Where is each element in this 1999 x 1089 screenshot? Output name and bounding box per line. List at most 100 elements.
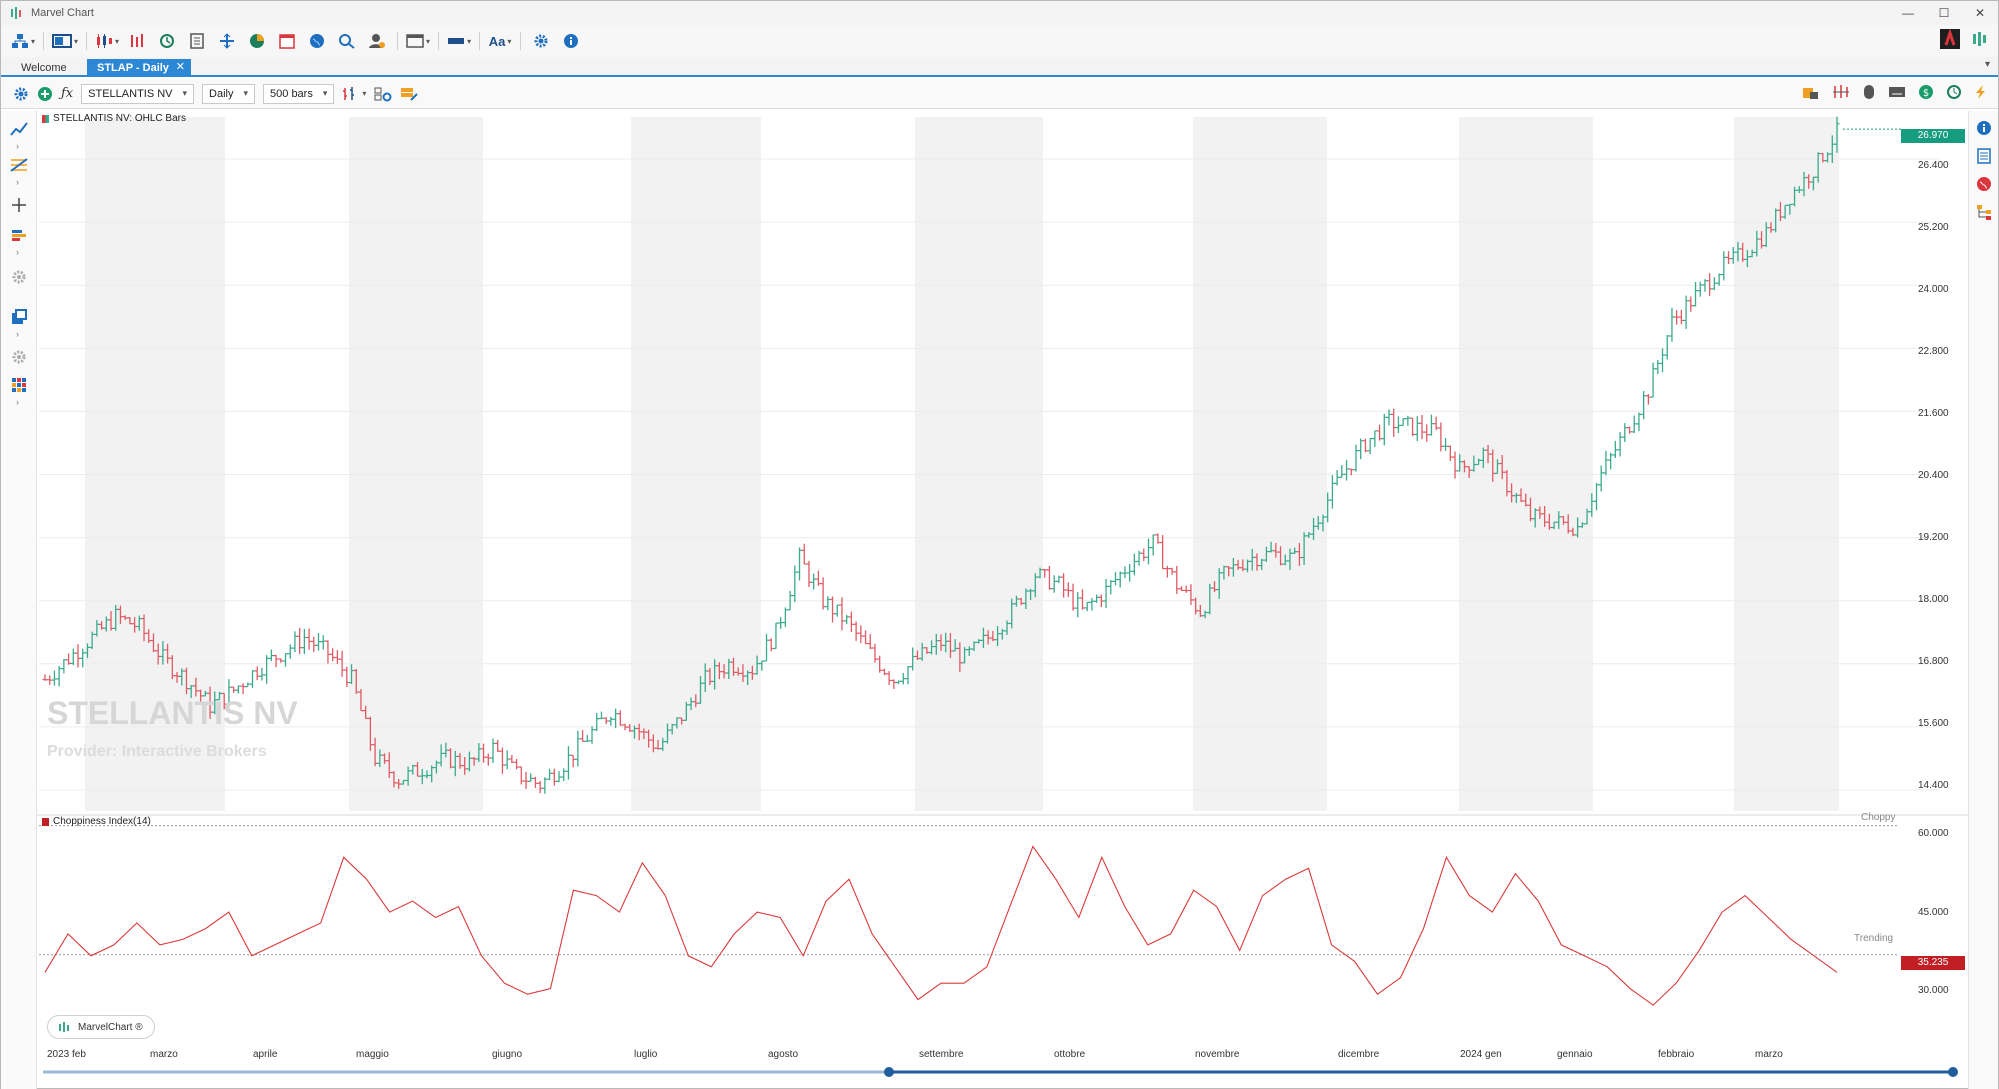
compare-bars-icon[interactable] <box>1832 84 1850 100</box>
app-logo-icon <box>11 7 21 19</box>
minimize-button[interactable]: — <box>1890 1 1926 25</box>
last-price-badge: 26.970 <box>1901 129 1965 143</box>
symbol-value: STELLANTIS NV <box>88 87 173 100</box>
brand-logo-icon <box>1940 29 1960 49</box>
calendar-button[interactable] <box>275 29 299 53</box>
document-button[interactable] <box>185 29 209 53</box>
function-fx-icon[interactable]: ƒx <box>61 86 73 101</box>
tab-close-icon[interactable]: ✕ <box>176 60 185 73</box>
indicator-legend[interactable]: Choppiness Index(14) <box>42 816 151 827</box>
market-globe-icon[interactable] <box>1975 175 1993 193</box>
y-tick-label: 20.400 <box>1918 470 1949 481</box>
window-icon <box>406 34 424 48</box>
indicator-settings-icon[interactable] <box>374 86 392 102</box>
y-tick-label: 22.800 <box>1918 346 1949 357</box>
objects-gear-icon[interactable] <box>9 347 29 367</box>
crosshair-tool-icon[interactable] <box>9 195 29 215</box>
calendar-icon <box>279 34 295 49</box>
tab-stlap-daily[interactable]: STLAP - Daily ✕ <box>87 59 191 77</box>
chevron-down-icon: ▾ <box>243 88 249 98</box>
y-tick-label: 21.600 <box>1918 408 1949 419</box>
y-tick-label: 18.000 <box>1918 594 1949 605</box>
x-tick-label: gennaio <box>1557 1049 1593 1060</box>
globe-icon <box>310 34 325 48</box>
globe-button[interactable] <box>305 29 329 53</box>
chart-type-button[interactable]: ▾ <box>95 29 119 53</box>
maximize-button[interactable]: ☐ <box>1926 1 1962 25</box>
pie-button[interactable] <box>245 29 269 53</box>
svg-text:$: $ <box>1923 88 1929 99</box>
trendline-tool-icon[interactable] <box>9 119 29 139</box>
month-band <box>915 117 1043 811</box>
scanner-icon <box>339 34 355 49</box>
volume-profile-icon[interactable] <box>9 227 29 247</box>
mouse-icon[interactable] <box>1862 84 1876 100</box>
account-button[interactable] <box>365 29 389 53</box>
dollar-icon[interactable]: $ <box>1918 84 1934 100</box>
chart-canvas[interactable] <box>37 111 1969 1083</box>
y-tick-label: 30.000 <box>1918 985 1949 996</box>
month-band <box>1193 117 1327 811</box>
keyboard-icon[interactable] <box>1888 84 1906 100</box>
add-plus-icon[interactable] <box>37 86 53 102</box>
chevron-right-icon[interactable]: › <box>16 397 19 407</box>
x-tick-label: novembre <box>1195 1049 1240 1060</box>
fibonacci-tool-icon[interactable] <box>9 155 29 175</box>
info-panel-icon[interactable] <box>1975 119 1993 137</box>
brand-label: MarvelChart ® <box>78 1021 143 1033</box>
drawing-settings-gear-icon[interactable] <box>9 267 29 287</box>
notes-panel-icon[interactable] <box>1975 147 1993 165</box>
timeframe-select[interactable]: Daily ▾ <box>202 83 256 104</box>
orders-icon[interactable] <box>1802 84 1820 100</box>
chevron-right-icon[interactable]: › <box>16 247 19 257</box>
tab-strip: Welcome STLAP - Daily ✕ ▾ <box>1 57 1998 77</box>
info-button[interactable] <box>559 29 583 53</box>
x-tick-label: settembre <box>919 1049 964 1060</box>
gear-icon <box>534 34 548 48</box>
window-menu-button[interactable]: ▾ <box>406 29 430 53</box>
y-tick-label: 25.200 <box>1918 222 1949 233</box>
tabs-dropdown-icon[interactable]: ▾ <box>1985 59 1990 70</box>
app-window: Marvel Chart — ☐ ✕ ▾ ▾ ▾ ▾ ▾ Aa ▾ Welcom… <box>0 0 1999 1089</box>
color-menu-button[interactable]: ▾ <box>447 29 471 53</box>
month-band <box>1734 117 1839 811</box>
chevron-right-icon[interactable]: › <box>16 329 19 339</box>
chart-toolbar: ƒx STELLANTIS NV ▾ Daily ▾ 500 bars ▾ ▾ $ <box>1 79 1998 109</box>
x-tick-label: maggio <box>356 1049 389 1060</box>
refresh-button[interactable] <box>155 29 179 53</box>
crosshair-button[interactable] <box>215 29 239 53</box>
grid-tool-icon[interactable] <box>9 375 29 395</box>
font-icon: Aa <box>488 33 506 49</box>
candles-icon <box>97 34 113 48</box>
lightning-icon[interactable] <box>1974 84 1988 100</box>
y-tick-label: 19.200 <box>1918 532 1949 543</box>
network-icon <box>12 34 28 48</box>
font-menu-button[interactable]: Aa ▾ <box>488 29 512 53</box>
tab-welcome[interactable]: Welcome <box>11 59 77 77</box>
template-icon[interactable] <box>400 86 419 102</box>
layers-tool-icon[interactable] <box>9 307 29 327</box>
settings-button[interactable] <box>529 29 553 53</box>
y-tick-label: 24.000 <box>1918 284 1949 295</box>
bar-style-button[interactable]: ▾ <box>342 82 366 106</box>
scanner-button[interactable] <box>335 29 359 53</box>
user-icon <box>369 34 386 48</box>
marvelchart-brand-button[interactable]: MarvelChart ® <box>47 1015 155 1039</box>
close-button[interactable]: ✕ <box>1962 1 1998 25</box>
chevron-right-icon[interactable]: › <box>16 177 19 187</box>
tab-stlap-daily-label: STLAP - Daily <box>97 62 169 74</box>
layout-menu-button[interactable]: ▾ <box>52 29 78 53</box>
x-tick-label: aprile <box>253 1049 278 1060</box>
chart-settings-gear-icon[interactable] <box>13 86 29 102</box>
price-legend[interactable]: STELLANTIS NV: OHLC Bars <box>42 113 186 124</box>
indicators-button[interactable] <box>125 29 149 53</box>
bars-count-select[interactable]: 500 bars ▾ <box>263 83 335 104</box>
price-legend-label: STELLANTIS NV: OHLC Bars <box>53 113 186 124</box>
marvel-logo-icon[interactable] <box>1970 30 1988 48</box>
symbol-select[interactable]: STELLANTIS NV ▾ <box>81 83 195 104</box>
chevron-right-icon[interactable]: › <box>16 141 19 151</box>
x-tick-label: agosto <box>768 1049 799 1060</box>
history-clock-icon[interactable] <box>1946 84 1962 100</box>
hierarchy-icon[interactable] <box>1975 203 1993 221</box>
network-menu-button[interactable]: ▾ <box>11 29 35 53</box>
